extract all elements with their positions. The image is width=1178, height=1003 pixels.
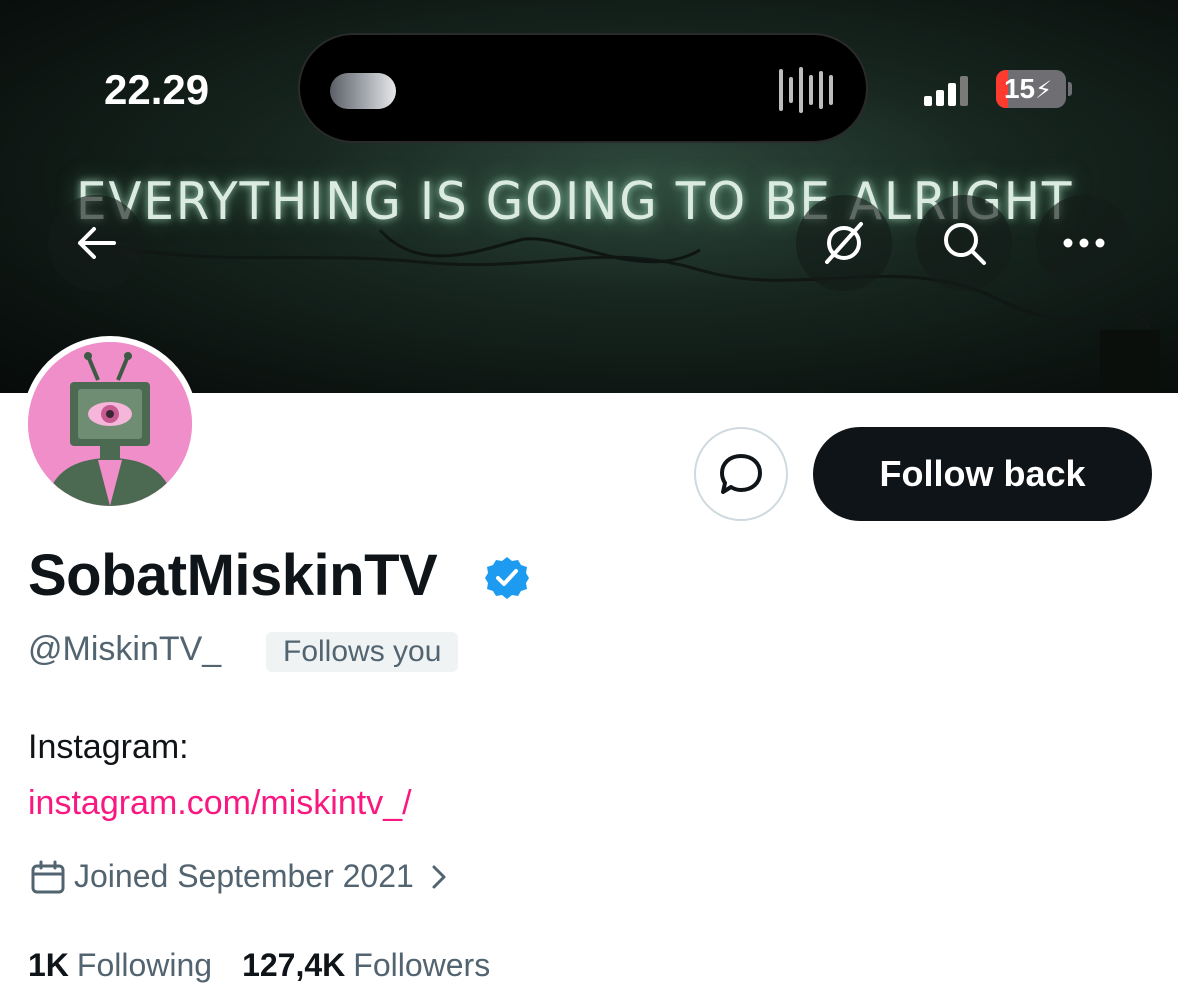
followers-count: 127,4K (242, 947, 346, 983)
follow-back-button[interactable]: Follow back (813, 427, 1152, 521)
back-button[interactable] (48, 195, 144, 291)
joined-date: Joined September 2021 (74, 858, 414, 894)
avatar (28, 342, 192, 506)
follows-you-badge: Follows you (266, 632, 459, 672)
verified-badge-icon[interactable] (484, 555, 530, 601)
message-button[interactable] (694, 427, 788, 521)
search-button[interactable] (916, 195, 1012, 291)
battery-level: 15 (1003, 73, 1036, 104)
arrow-left-icon (78, 227, 116, 259)
search-icon (944, 223, 986, 265)
grok-button[interactable] (796, 195, 892, 291)
profile-avatar[interactable] (22, 336, 198, 512)
user-handle: @MiskinTV_ (28, 630, 222, 668)
more-options-button[interactable] (1036, 195, 1132, 291)
follow-stats: 1K Following 127,4K Followers (28, 947, 520, 984)
bio-text: Instagram: (28, 728, 189, 766)
display-name: SobatMiskinTV (28, 543, 438, 608)
dynamic-island[interactable] (298, 33, 868, 143)
message-bubble-icon (720, 454, 762, 494)
tv-head-avatar-image (28, 342, 192, 506)
calendar-icon (31, 860, 65, 893)
followers-label: Followers (353, 947, 491, 983)
bio-instagram-link[interactable]: instagram.com/miskintv_/ (28, 784, 412, 823)
audio-waveform-icon (779, 67, 833, 113)
now-playing-thumbnail (330, 73, 396, 109)
following-stat[interactable]: 1K Following (28, 947, 212, 984)
following-count: 1K (28, 947, 69, 983)
cellular-signal-icon (924, 76, 968, 106)
battery-icon: 15⚡ (996, 70, 1066, 108)
following-label: Following (76, 947, 213, 983)
joined-date-row[interactable]: Joined September 2021 (30, 858, 454, 895)
chevron-right-icon (432, 865, 446, 888)
profile-banner[interactable]: EVERYTHING IS GOING TO BE ALRIGHT 22.29 … (0, 0, 1178, 393)
followers-stat[interactable]: 127,4K Followers (242, 947, 490, 984)
ellipsis-icon (1063, 238, 1105, 248)
grok-icon (825, 222, 863, 264)
status-time: 22.29 (104, 66, 210, 113)
